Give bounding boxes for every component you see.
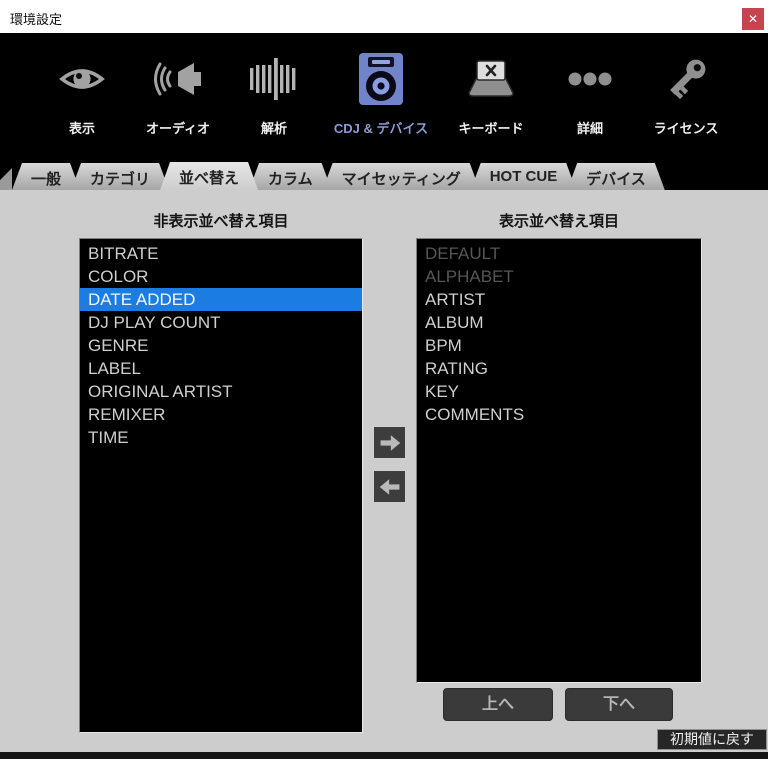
close-button[interactable]: ✕ xyxy=(742,8,764,30)
settings-toolbar: 表示 オーディオ 解析 CDJ & デバイス キーボード 詳細 ライセンス 一般… xyxy=(0,33,768,190)
tab-column[interactable]: カラム xyxy=(249,163,332,190)
preferences-dialog: 環境設定 ✕ 表示 オーディオ 解析 CDJ & デバイス キーボード 詳細 ラ… xyxy=(0,0,768,759)
tab-general[interactable]: 一般 xyxy=(12,163,80,190)
list-item[interactable]: COMMENTS xyxy=(417,403,701,426)
list-item[interactable]: REMIXER xyxy=(80,403,362,426)
tab-label: HOT CUE xyxy=(489,168,558,185)
ellipsis-icon xyxy=(566,47,614,111)
tab-label: カラム xyxy=(268,171,313,188)
toolbar-item-license[interactable]: ライセンス xyxy=(638,47,734,137)
toolbar-label: 解析 xyxy=(260,121,287,136)
list-item-selected[interactable]: DATE ADDED xyxy=(80,288,362,311)
reset-defaults-button[interactable]: 初期値に戻す xyxy=(657,729,767,750)
analysis-bars-icon xyxy=(248,47,300,111)
arrow-right-icon xyxy=(380,434,400,451)
close-icon: ✕ xyxy=(747,12,759,26)
toolbar-item-audio[interactable]: オーディオ xyxy=(130,47,226,137)
list-item[interactable]: TIME xyxy=(80,426,362,449)
key-icon xyxy=(661,47,711,111)
list-item[interactable]: GENRE xyxy=(80,334,362,357)
tab-device[interactable]: デバイス xyxy=(567,163,665,190)
toolbar-label: 表示 xyxy=(68,121,95,136)
list-item[interactable]: COLOR xyxy=(80,265,362,288)
tab-category[interactable]: カテゴリ xyxy=(71,163,169,190)
list-item[interactable]: RATING xyxy=(417,357,701,380)
toolbar-label: オーディオ xyxy=(145,121,211,136)
toolbar-item-analysis[interactable]: 解析 xyxy=(226,47,322,137)
toolbar-label: CDJ & デバイス xyxy=(333,121,429,136)
list-item[interactable]: LABEL xyxy=(80,357,362,380)
cdj-device-icon xyxy=(358,47,404,111)
list-item[interactable]: BITRATE xyxy=(80,242,362,265)
list-item-disabled: DEFAULT xyxy=(425,244,501,263)
tab-label: デバイス xyxy=(586,171,646,188)
tab-bar: 一般 カテゴリ 並べ替え カラム マイセッティング HOT CUE デバイス xyxy=(0,162,656,190)
tab-my-settings[interactable]: マイセッティング xyxy=(323,163,480,190)
move-down-button[interactable]: 下へ xyxy=(565,688,673,721)
tab-label: 並べ替え xyxy=(179,170,240,187)
tab-hot-cue[interactable]: HOT CUE xyxy=(471,163,577,190)
tab-label: カテゴリ xyxy=(90,171,151,188)
arrow-left-icon xyxy=(379,478,399,495)
speaker-icon xyxy=(153,47,203,111)
list-item[interactable]: ARTIST xyxy=(417,288,701,311)
toolbar-item-view[interactable]: 表示 xyxy=(34,47,130,137)
toolbar-item-keyboard[interactable]: キーボード xyxy=(440,47,542,137)
list-item[interactable]: ORIGINAL ARTIST xyxy=(80,380,362,403)
move-right-button[interactable] xyxy=(373,426,406,459)
list-item[interactable]: ALBUM xyxy=(417,311,701,334)
eye-icon xyxy=(58,47,106,111)
move-up-button[interactable]: 上へ xyxy=(443,688,553,721)
list-item[interactable]: BPM xyxy=(417,334,701,357)
tab-edge-decoration xyxy=(0,168,12,190)
visible-sort-items-list[interactable]: DEFAULT ALPHABET ARTIST ALBUM BPM RATING… xyxy=(416,238,702,683)
move-left-button[interactable] xyxy=(373,470,406,503)
window-title: 環境設定 xyxy=(10,12,63,27)
background-window-strip xyxy=(0,752,768,759)
toolbar-label: 詳細 xyxy=(576,121,603,136)
tab-sort[interactable]: 並べ替え xyxy=(160,162,258,190)
list-item[interactable]: DJ PLAY COUNT xyxy=(80,311,362,334)
list-item-disabled: ALPHABET xyxy=(425,267,514,286)
toolbar-items: 表示 オーディオ 解析 CDJ & デバイス キーボード 詳細 ライセンス xyxy=(0,33,768,137)
sort-settings-panel: 非表示並べ替え項目 表示並べ替え項目 BITRATE COLOR DATE AD… xyxy=(0,190,768,759)
titlebar: 環境設定 ✕ xyxy=(0,0,768,33)
visible-sort-items-header: 表示並べ替え項目 xyxy=(498,213,619,230)
toolbar-label: キーボード xyxy=(458,121,524,136)
toolbar-label: ライセンス xyxy=(653,121,719,136)
toolbar-item-advanced[interactable]: 詳細 xyxy=(542,47,638,137)
hidden-sort-items-header: 非表示並べ替え項目 xyxy=(153,213,289,230)
tab-label: マイセッティング xyxy=(341,171,461,188)
toolbar-item-cdj-device[interactable]: CDJ & デバイス xyxy=(322,47,440,137)
list-item[interactable]: KEY xyxy=(417,380,701,403)
hidden-sort-items-list[interactable]: BITRATE COLOR DATE ADDED DJ PLAY COUNT G… xyxy=(79,238,363,733)
keyboard-icon xyxy=(464,47,518,111)
tab-label: 一般 xyxy=(31,171,62,188)
